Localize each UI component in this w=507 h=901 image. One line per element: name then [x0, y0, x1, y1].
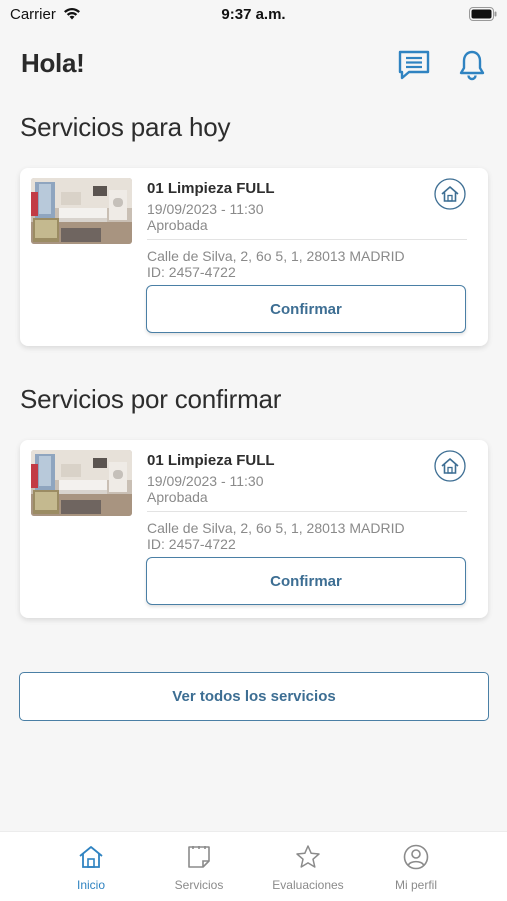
battery-icon [469, 7, 497, 21]
view-all-services-button[interactable]: Ver todos los servicios [19, 672, 489, 721]
star-icon [296, 845, 320, 868]
status-bar: Carrier 9:37 a.m. [0, 0, 507, 30]
service-id: ID: 2457-4722 [147, 536, 236, 552]
user-circle-icon [403, 844, 429, 870]
tab-inicio[interactable]: Inicio [41, 832, 141, 901]
status-time: 9:37 a.m. [221, 6, 286, 23]
home-badge-icon [434, 450, 466, 482]
service-card[interactable]: 01 Limpieza FULL 19/09/2023 - 11:30 Apro… [20, 440, 488, 618]
home-icon [79, 846, 103, 868]
service-thumbnail [31, 178, 132, 244]
section-title-today: Servicios para hoy [20, 112, 231, 142]
section-title-pending: Servicios por confirmar [20, 384, 282, 414]
confirm-button[interactable]: Confirmar [146, 285, 466, 333]
bell-icon [459, 50, 485, 81]
service-datetime: 19/09/2023 - 11:30 [147, 201, 264, 217]
service-id: ID: 2457-4722 [147, 264, 236, 280]
tab-label: Inicio [76, 878, 105, 892]
confirm-button[interactable]: Confirmar [146, 557, 466, 605]
service-status: Aprobada [147, 217, 208, 233]
home-badge-icon [434, 178, 466, 210]
service-address: Calle de Silva, 2, 6o 5, 1, 28013 MADRID [147, 520, 405, 536]
notifications-button[interactable] [456, 49, 488, 81]
service-thumbnail [31, 450, 132, 516]
tab-label: Mi perfil [394, 878, 437, 892]
tab-evaluaciones[interactable]: Evaluaciones [258, 832, 358, 901]
service-card[interactable]: 01 Limpieza FULL 19/09/2023 - 11:30 Apro… [20, 168, 488, 346]
tab-label: Evaluaciones [272, 878, 344, 892]
message-icon [398, 50, 430, 80]
card-divider [147, 239, 467, 240]
card-divider [147, 511, 467, 512]
service-status: Aprobada [147, 489, 208, 505]
service-name: 01 Limpieza FULL [147, 452, 275, 469]
greeting-title: Hola! [21, 48, 85, 78]
tab-bar: Inicio Servicios Evaluaciones Mi perfil [0, 831, 507, 901]
tab-label: Servicios [174, 878, 224, 892]
messages-button[interactable] [397, 49, 431, 81]
notepad-icon [188, 846, 210, 868]
service-address: Calle de Silva, 2, 6o 5, 1, 28013 MADRID [147, 248, 405, 264]
service-datetime: 19/09/2023 - 11:30 [147, 473, 264, 489]
service-name: 01 Limpieza FULL [147, 180, 275, 197]
tab-servicios[interactable]: Servicios [149, 832, 249, 901]
tab-mi-perfil[interactable]: Mi perfil [366, 832, 466, 901]
